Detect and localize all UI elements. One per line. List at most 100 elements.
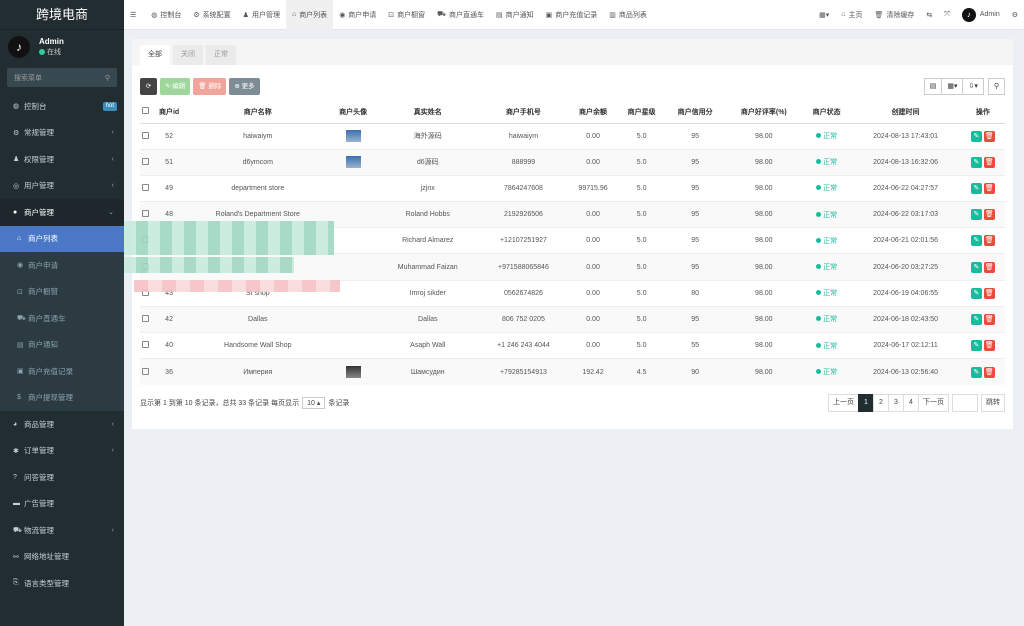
search-icon[interactable]: ⚲ bbox=[987, 78, 1005, 95]
merchant-avatar[interactable] bbox=[345, 130, 361, 143]
row-checkbox[interactable] bbox=[142, 314, 150, 322]
column-header[interactable]: 商户状态 bbox=[802, 101, 851, 124]
row-delete-button[interactable]: 🗑 bbox=[983, 287, 995, 299]
avatar[interactable]: ♪ bbox=[8, 36, 30, 58]
topnav-item[interactable]: ▤ 商户通知 bbox=[490, 0, 540, 30]
column-header[interactable]: 商户余额 bbox=[568, 101, 618, 124]
topnav-item[interactable]: ▥ 商品列表 bbox=[603, 0, 653, 30]
topnav-item[interactable]: ⚙ 系统配置 bbox=[187, 0, 236, 30]
sidebar-item[interactable]: ⌂ 商户列表 bbox=[0, 225, 124, 252]
delete-button[interactable]: 🗑 删除 bbox=[193, 78, 227, 95]
column-header[interactable]: 商户星级 bbox=[617, 101, 666, 124]
prev-page-button[interactable]: 上一页 bbox=[828, 394, 859, 412]
topnav-item[interactable]: ◍ 控制台 bbox=[145, 0, 187, 30]
row-delete-button[interactable]: 🗑 bbox=[983, 340, 995, 352]
row-edit-button[interactable]: ✎ bbox=[970, 182, 982, 194]
row-checkbox[interactable] bbox=[142, 157, 150, 165]
column-header[interactable]: 商户id bbox=[151, 101, 187, 124]
sidebar-item[interactable]: ⚯ 网络地址管理 bbox=[0, 544, 124, 571]
home-link[interactable]: ⌂ 主页 bbox=[835, 0, 868, 30]
sidebar-item[interactable]: ◕ 商品管理 ‹ bbox=[0, 411, 124, 438]
row-delete-button[interactable]: 🗑 bbox=[983, 209, 995, 221]
row-checkbox[interactable] bbox=[142, 367, 150, 375]
page-button[interactable]: 3 bbox=[888, 394, 904, 412]
translate-icon[interactable]: ⇆ bbox=[920, 0, 938, 30]
row-edit-button[interactable]: ✎ bbox=[970, 130, 982, 142]
column-header[interactable]: 商户手机号 bbox=[478, 101, 569, 124]
sidebar-item[interactable]: ⊡ 商户橱窗 bbox=[0, 278, 124, 305]
tab-normal[interactable]: 正常 bbox=[206, 45, 236, 65]
search-icon[interactable]: ⚲ bbox=[105, 74, 110, 82]
sidebar-item[interactable]: ◎ 用户管理 ‹ bbox=[0, 173, 124, 200]
page-button[interactable]: 4 bbox=[903, 394, 919, 412]
export-icon[interactable]: ⇩▾ bbox=[962, 78, 984, 95]
topnav-item[interactable]: ⛟ 商户直通车 bbox=[431, 0, 490, 30]
column-header[interactable]: 操作 bbox=[960, 101, 1005, 124]
sidebar-item[interactable]: ▬ 广告管理 bbox=[0, 491, 124, 518]
topnav-item[interactable]: ▣ 商户充值记录 bbox=[540, 0, 604, 30]
edit-button[interactable]: ✎ 编辑 bbox=[160, 78, 191, 95]
row-delete-button[interactable]: 🗑 bbox=[983, 313, 995, 325]
column-header[interactable]: 商户头像 bbox=[329, 101, 377, 124]
column-header[interactable]: 商户名称 bbox=[186, 101, 330, 124]
column-header[interactable]: 商户好评率(%) bbox=[724, 101, 803, 124]
row-delete-button[interactable]: 🗑 bbox=[983, 261, 995, 273]
tab-all[interactable]: 全部 bbox=[140, 45, 170, 65]
sidebar-item[interactable]: $ 商户提现管理 bbox=[0, 384, 124, 411]
merchant-avatar[interactable] bbox=[345, 156, 361, 169]
sidebar-item[interactable]: ⚙ 常规管理 ‹ bbox=[0, 120, 124, 147]
select-all-checkbox[interactable] bbox=[142, 107, 150, 115]
sidebar-item[interactable]: ▤ 商户通知 bbox=[0, 331, 124, 358]
row-delete-button[interactable]: 🗑 bbox=[983, 156, 995, 168]
topnav-menu-toggle[interactable]: ▦▾ bbox=[813, 0, 835, 30]
more-button[interactable]: ⊕ 更多 bbox=[229, 78, 260, 95]
page-button[interactable]: 2 bbox=[873, 394, 889, 412]
merchant-avatar[interactable] bbox=[345, 366, 361, 379]
sidebar-item[interactable]: ✱ 订单管理 ‹ bbox=[0, 438, 124, 465]
refresh-button[interactable]: ⟳ bbox=[140, 78, 157, 95]
topnav-item[interactable]: ♟ 用户管理 bbox=[237, 0, 286, 30]
user-menu[interactable]: ♪ Admin bbox=[956, 0, 1006, 30]
jump-page-input[interactable] bbox=[952, 394, 978, 412]
row-edit-button[interactable]: ✎ bbox=[970, 235, 982, 247]
clear-cache-button[interactable]: 🗑 清除缓存 bbox=[869, 0, 921, 30]
topnav-item[interactable]: ⊡ 商户橱窗 bbox=[382, 0, 431, 30]
row-edit-button[interactable]: ✎ bbox=[970, 366, 982, 378]
page-button[interactable]: 1 bbox=[858, 394, 874, 412]
topnav-item[interactable]: ☰ bbox=[124, 0, 145, 30]
row-edit-button[interactable]: ✎ bbox=[970, 261, 982, 273]
column-header[interactable]: 真实姓名 bbox=[376, 101, 479, 124]
sidebar-item[interactable]: ● 商户管理 ⌄ bbox=[0, 199, 124, 226]
row-delete-button[interactable]: 🗑 bbox=[983, 182, 995, 194]
columns-icon[interactable]: ▦▾ bbox=[941, 78, 964, 95]
menu-search-input[interactable]: 搜索菜单 ⚲ bbox=[7, 68, 117, 87]
topnav-item[interactable]: ⌂ 商户列表 bbox=[285, 0, 334, 30]
page-size-select[interactable]: 10 ▴ bbox=[302, 397, 326, 409]
sidebar-item[interactable]: ⛟ 物流管理 ‹ bbox=[0, 517, 124, 544]
sidebar-item[interactable]: ◉ 商户申请 bbox=[0, 252, 124, 279]
row-edit-button[interactable]: ✎ bbox=[970, 209, 982, 221]
row-edit-button[interactable]: ✎ bbox=[970, 340, 982, 352]
jump-button[interactable]: 跳转 bbox=[981, 394, 1005, 412]
brand-logo[interactable]: 跨境电商 bbox=[0, 0, 124, 30]
next-page-button[interactable]: 下一页 bbox=[918, 394, 949, 412]
row-checkbox[interactable] bbox=[142, 341, 150, 349]
sidebar-item[interactable]: ⎘ 语言类型管理 bbox=[0, 570, 124, 597]
row-checkbox[interactable] bbox=[142, 210, 150, 218]
sidebar-item[interactable]: ♟ 权限管理 ‹ bbox=[0, 146, 124, 173]
row-delete-button[interactable]: 🗑 bbox=[983, 235, 995, 247]
topnav-item[interactable]: ◉ 商户申请 bbox=[333, 0, 382, 30]
toggle-view-icon[interactable]: ▤ bbox=[923, 78, 943, 95]
sidebar-item[interactable]: ◍ 控制台 hot bbox=[0, 93, 124, 120]
column-header[interactable]: 创建时间 bbox=[850, 101, 961, 124]
row-delete-button[interactable]: 🗑 bbox=[983, 130, 995, 142]
row-delete-button[interactable]: 🗑 bbox=[983, 366, 995, 378]
tab-closed[interactable]: 关闭 bbox=[173, 45, 203, 65]
sidebar-item[interactable]: ⛟ 商户直通车 bbox=[0, 305, 124, 332]
fullscreen-icon[interactable]: ⤧ bbox=[938, 0, 956, 30]
row-checkbox[interactable] bbox=[142, 183, 150, 191]
settings-icon[interactable]: ⚙ bbox=[1006, 0, 1024, 30]
sidebar-item[interactable]: ? 问答管理 bbox=[0, 464, 124, 491]
row-edit-button[interactable]: ✎ bbox=[970, 287, 982, 299]
sidebar-item[interactable]: ▣ 商户充值记录 bbox=[0, 358, 124, 385]
